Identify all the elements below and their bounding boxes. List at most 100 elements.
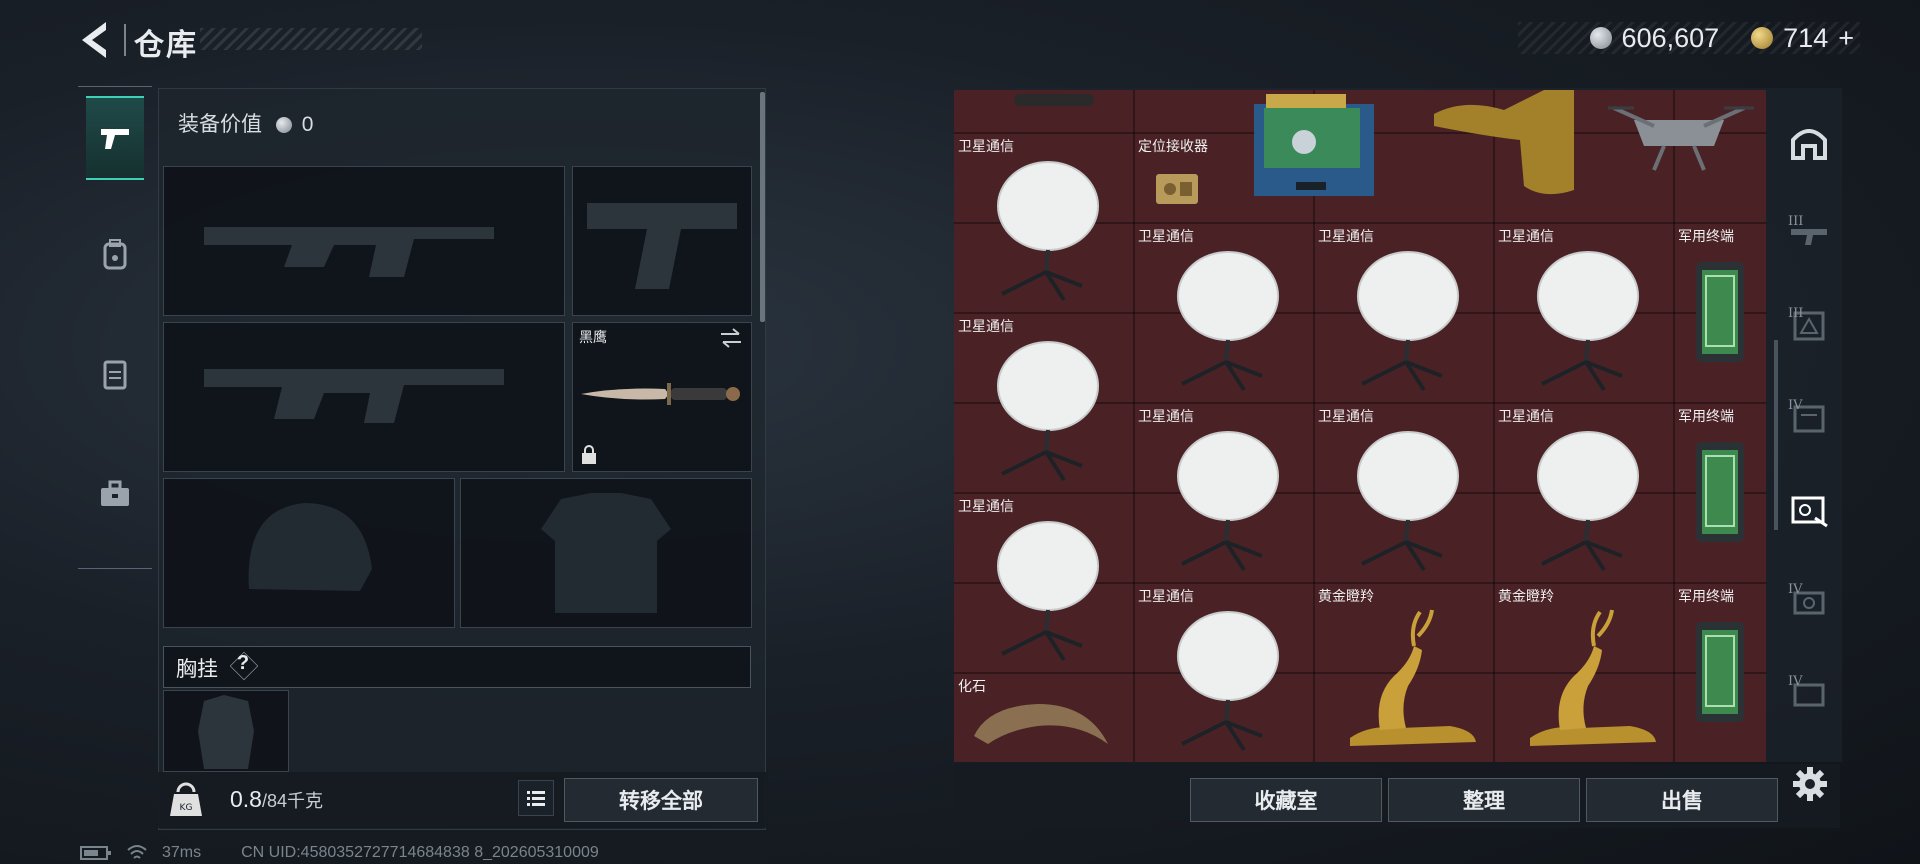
cat-home[interactable]	[1782, 112, 1836, 172]
grid-item-satcom[interactable]: 卫星通信	[1134, 584, 1314, 762]
equipment-value-label: 装备价值	[178, 113, 262, 136]
satellite-dish-icon	[1537, 251, 1639, 392]
helmet-silhouette-icon	[248, 503, 372, 591]
melee-name: 黑鹰	[579, 329, 607, 345]
page-title: 仓库	[134, 29, 198, 62]
grid-item-satcom[interactable]: 卫星通信	[954, 314, 1134, 492]
grid-item-satcom[interactable]: 卫星通信	[1314, 224, 1494, 402]
grid-item-satcom[interactable]: 卫星通信	[1134, 224, 1314, 402]
grid-item-golden-horse[interactable]	[1424, 90, 1584, 204]
list-icon	[527, 791, 545, 806]
transfer-all-button[interactable]: 转移全部	[564, 778, 758, 822]
satellite-dish-icon	[997, 521, 1099, 662]
tab-backpack[interactable]	[86, 214, 144, 294]
secondary-weapon-slot[interactable]	[572, 166, 752, 316]
melee-slot[interactable]: 黑鹰	[572, 322, 752, 472]
settings-button[interactable]	[1790, 764, 1830, 804]
silver-amount: 606,607	[1621, 22, 1720, 53]
primary-weapon-slot-2[interactable]	[163, 322, 565, 472]
organize-button[interactable]: 整理	[1388, 778, 1580, 822]
receiver-icon	[1156, 174, 1198, 204]
grid-item-satcom[interactable]: 卫星通信	[1134, 404, 1314, 582]
back-button[interactable]	[78, 20, 112, 60]
item-label: 卫星通信	[1318, 408, 1374, 424]
equipment-value-amount: 0	[301, 113, 314, 136]
grid-item-military-terminal[interactable]: 军用终端	[1674, 584, 1766, 762]
currency-bar: 606,607 714 +	[1518, 22, 1860, 54]
grid-item-gps-receiver[interactable]: 定位接收器	[1134, 134, 1224, 222]
grid-item-partial-scope[interactable]	[994, 90, 1114, 118]
item-label: 卫星通信	[1498, 228, 1554, 244]
primary-weapon-slot-1[interactable]	[163, 166, 565, 316]
military-terminal-icon	[1696, 622, 1744, 722]
chest-rig-label: 胸挂	[176, 658, 218, 681]
grid-item-satcom[interactable]: 卫星通信	[954, 134, 1134, 312]
item-label: 卫星通信	[1138, 588, 1194, 604]
satellite-dish-icon	[1357, 431, 1459, 572]
storage-grid: 卫星通信 卫星通信 卫星通信 化石 定位接收器 卫星通信 卫星通信 卫星通信 卫…	[954, 90, 1766, 762]
uid: CN UID:4580352727714684838 8_20260531000…	[241, 844, 599, 861]
cat-tier: IV	[1788, 398, 1803, 413]
grid-item-satcom[interactable]: 卫星通信	[954, 494, 1134, 672]
armor-slot[interactable]	[460, 478, 752, 628]
title-decoration	[200, 28, 422, 50]
tab-weapons[interactable]	[86, 96, 144, 180]
golden-gazelle-icon	[1530, 609, 1656, 746]
military-terminal-icon	[1696, 262, 1744, 362]
storage-category-rail: III III IV IV IV	[1778, 88, 1840, 762]
satellite-dish-icon	[1177, 611, 1279, 752]
grid-item-military-terminal[interactable]: 军用终端	[1674, 404, 1766, 582]
item-label: 黄金瞪羚	[1318, 588, 1374, 604]
item-label: 黄金瞪羚	[1498, 588, 1554, 604]
grid-item-satcom[interactable]: 卫星通信	[1494, 404, 1674, 582]
equipment-scrollbar[interactable]	[760, 92, 765, 322]
rifle-silhouette-icon	[204, 369, 504, 423]
fossil-claw-icon	[974, 704, 1108, 744]
item-label: 化石	[958, 678, 986, 694]
tab-case[interactable]	[86, 454, 144, 534]
cat-tab-3[interactable]: IV	[1782, 388, 1836, 448]
grid-item-satcom[interactable]: 卫星通信	[1314, 404, 1494, 582]
golden-gazelle-icon	[1350, 609, 1476, 746]
cat-tab-6[interactable]: IV	[1782, 664, 1836, 724]
grid-item-golden-gazelle[interactable]: 黄金瞪羚	[1314, 584, 1494, 762]
satellite-dish-icon	[997, 161, 1099, 302]
gold-amount: 714	[1783, 22, 1829, 53]
chest-rig-slot[interactable]	[163, 690, 289, 772]
satellite-dish-icon	[1357, 251, 1459, 392]
add-gold-button[interactable]: +	[1838, 23, 1854, 54]
grid-item-golden-gazelle[interactable]: 黄金瞪羚	[1494, 584, 1674, 762]
collection-room-button[interactable]: 收藏室	[1190, 778, 1382, 822]
grid-item-military-terminal[interactable]: 军用终端	[1674, 224, 1766, 402]
knife-icon	[581, 383, 740, 405]
tab-vest[interactable]	[86, 334, 144, 414]
gear-icon	[1793, 767, 1827, 801]
item-label: 军用终端	[1678, 408, 1734, 424]
cat-tab-1[interactable]: III	[1782, 204, 1836, 264]
chest-rig-silhouette-icon	[198, 695, 254, 769]
grid-item-satcom[interactable]: 卫星通信	[1494, 224, 1674, 402]
grid-item-drone[interactable]	[1594, 90, 1764, 190]
helmet-slot[interactable]	[163, 478, 455, 628]
cat-tab-4-active[interactable]	[1782, 480, 1836, 540]
rifle-silhouette-icon	[204, 227, 494, 277]
item-label: 卫星通信	[958, 138, 1014, 154]
cat-tab-2[interactable]: III	[1782, 296, 1836, 356]
weight-icon: KG	[170, 782, 202, 816]
lock-icon	[582, 445, 596, 464]
grid-item-fossil[interactable]: 化石	[954, 674, 1134, 762]
sell-button[interactable]: 出售	[1586, 778, 1778, 822]
list-view-button[interactable]	[518, 780, 554, 816]
silver-coin-icon	[1589, 27, 1612, 49]
item-label: 卫星通信	[1498, 408, 1554, 424]
weight-max: /84千克	[261, 791, 324, 811]
item-label: 定位接收器	[1138, 138, 1208, 154]
cat-tab-5[interactable]: IV	[1782, 572, 1836, 632]
grid-item-radio-device[interactable]	[1244, 90, 1394, 204]
help-icon[interactable]: ?	[234, 652, 252, 675]
weight-readout: 0.8/84千克	[230, 786, 323, 813]
drone-icon	[1608, 106, 1754, 171]
back-arrow-icon	[82, 22, 106, 58]
swap-icon[interactable]	[717, 327, 745, 349]
cat-tier: IV	[1788, 582, 1803, 597]
